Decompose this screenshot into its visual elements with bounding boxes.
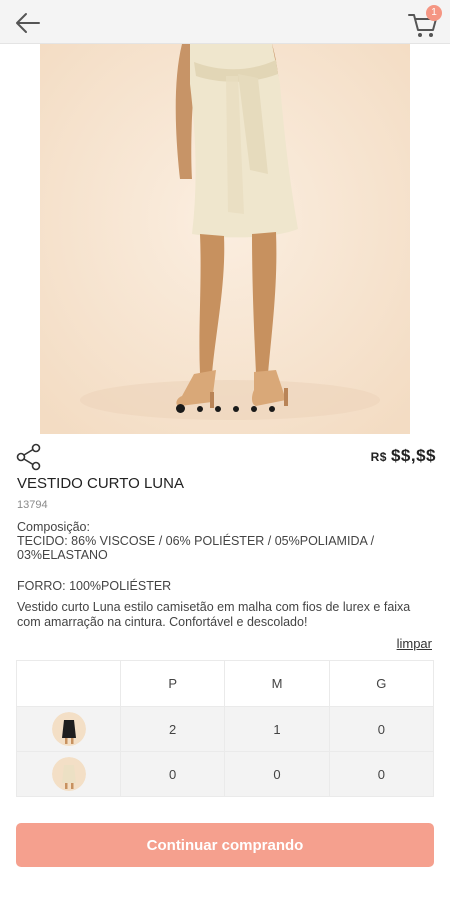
size-header-row: P M G bbox=[16, 660, 435, 707]
share-button[interactable] bbox=[16, 443, 42, 471]
color-row: 0 0 0 bbox=[16, 751, 435, 797]
color-thumbnail-black[interactable] bbox=[51, 712, 86, 746]
size-label: G bbox=[328, 660, 435, 707]
carousel-dot[interactable] bbox=[214, 405, 221, 412]
quantity-cell[interactable]: 0 bbox=[328, 706, 435, 752]
clear-link[interactable]: limpar bbox=[397, 636, 432, 651]
top-bar: 1 bbox=[0, 0, 450, 44]
carousel-dot[interactable] bbox=[268, 405, 275, 412]
color-thumbnail-beige[interactable] bbox=[51, 757, 86, 791]
carousel-dot[interactable] bbox=[232, 405, 239, 412]
price-value: $$,$$ bbox=[390, 446, 436, 465]
product-price: R$ $$,$$ bbox=[371, 446, 436, 466]
size-label: M bbox=[224, 660, 330, 707]
carousel-dot[interactable] bbox=[250, 405, 257, 412]
arrow-left-icon bbox=[16, 13, 40, 33]
composition-block: Composição: TECIDO: 86% VISCOSE / 06% PO… bbox=[17, 520, 422, 562]
product-name: VESTIDO CURTO LUNA bbox=[17, 475, 184, 492]
carousel-dot[interactable] bbox=[196, 405, 203, 412]
carousel-dot[interactable] bbox=[175, 404, 185, 413]
color-thumb-cell bbox=[16, 706, 121, 752]
product-code: 13794 bbox=[17, 499, 48, 511]
size-quantity-grid: P M G 2 1 0 0 0 0 bbox=[16, 660, 435, 797]
quantity-cell[interactable]: 0 bbox=[224, 751, 330, 797]
color-thumb-cell bbox=[16, 751, 121, 797]
lining-text: FORRO: 100%POLIÉSTER bbox=[17, 579, 172, 593]
quantity-cell[interactable]: 1 bbox=[224, 706, 330, 752]
composition-text: TECIDO: 86% VISCOSE / 06% POLIÉSTER / 05… bbox=[17, 534, 375, 562]
product-image-carousel[interactable] bbox=[40, 44, 410, 434]
size-label: P bbox=[119, 660, 226, 707]
share-icon bbox=[16, 443, 41, 471]
product-description: Vestido curto Luna estilo camisetão em m… bbox=[17, 600, 411, 629]
color-row: 2 1 0 bbox=[16, 706, 435, 752]
composition-label: Composição: bbox=[17, 520, 90, 534]
product-photo bbox=[40, 44, 410, 434]
quantity-cell[interactable]: 0 bbox=[119, 751, 226, 797]
price-currency: R$ bbox=[370, 450, 387, 464]
grid-corner bbox=[16, 660, 121, 707]
cart-button[interactable]: 1 bbox=[406, 5, 442, 40]
cart-count-badge: 1 bbox=[426, 5, 442, 21]
quantity-cell[interactable]: 0 bbox=[328, 751, 435, 797]
carousel-indicator bbox=[40, 404, 410, 413]
back-button[interactable] bbox=[12, 8, 44, 38]
continue-shopping-button[interactable]: Continuar comprando bbox=[16, 823, 434, 867]
quantity-cell[interactable]: 2 bbox=[119, 706, 226, 752]
